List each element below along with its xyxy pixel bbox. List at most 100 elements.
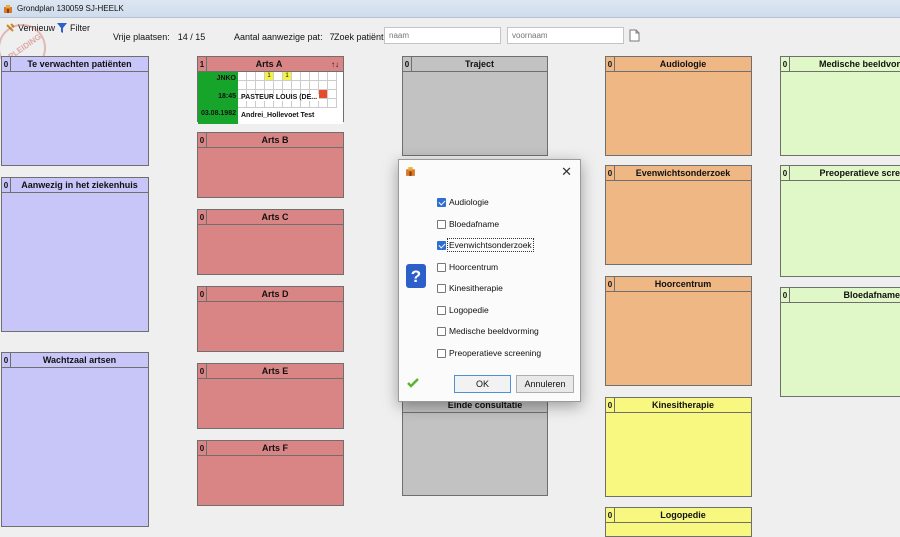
patient-name: PASTEUR LOUIS (DE... — [241, 94, 320, 101]
panel-title: Hoorcentrum — [654, 279, 712, 289]
panel-title: Traject — [464, 59, 495, 69]
option-audiologie[interactable]: Audiologie — [437, 197, 489, 207]
option-label: Medische beeldvorming — [449, 326, 539, 336]
panel-title: Arts C — [261, 212, 289, 222]
panel-aanwezig[interactable]: 0 Aanwezig in het ziekenhuis — [1, 177, 149, 332]
panel-title: Arts F — [261, 443, 288, 453]
option-label: Audiologie — [449, 197, 489, 207]
panel-arts-b[interactable]: 0 Arts B — [197, 132, 344, 198]
patient-card[interactable]: JNKO 18:45 03.08.1982 11 PASTEUR LOUIS (… — [198, 72, 343, 124]
checkmark-icon — [407, 378, 419, 388]
checkbox[interactable] — [437, 305, 446, 315]
option-label: Kinesitherapie — [449, 283, 503, 293]
patient-dob: 03.08.1982 — [200, 110, 236, 117]
panel-kinesitherapie[interactable]: 0 Kinesitherapie — [605, 397, 752, 497]
panel-count: 0 — [2, 178, 11, 192]
panel-count: 0 — [606, 508, 615, 522]
free-places-label: Vrije plaatsen: — [113, 32, 170, 42]
question-icon: ? — [406, 264, 426, 288]
option-preoperatieve-screening[interactable]: Preoperatieve screening — [437, 348, 541, 358]
panel-audiologie[interactable]: 0 Audiologie — [605, 56, 752, 156]
panel-title: Te verwachten patiënten — [27, 59, 132, 69]
sort-icon[interactable]: ↑↓ — [331, 60, 343, 69]
option-label: Evenwichtsonderzoek — [447, 238, 534, 252]
panel-title: Logopedie — [660, 510, 706, 520]
panel-title: Aanwezig in het ziekenhuis — [21, 180, 138, 190]
checkbox[interactable] — [437, 240, 446, 250]
patient-code: JNKO — [216, 75, 236, 82]
option-medische-beeldvorming[interactable]: Medische beeldvorming — [437, 326, 539, 336]
app-icon — [4, 4, 12, 13]
panel-evenwichtsonderzoek[interactable]: 0 Evenwichtsonderzoek — [605, 165, 752, 265]
panel-title: Wachtzaal artsen — [42, 355, 117, 365]
free-places-value: 14 / 15 — [177, 32, 206, 42]
panel-count: 0 — [606, 57, 615, 71]
panel-arts-c[interactable]: 0 Arts C — [197, 209, 344, 275]
option-label: Hoorcentrum — [449, 262, 499, 272]
checkbox[interactable] — [437, 326, 446, 336]
panel-count: 0 — [198, 287, 207, 301]
document-icon[interactable] — [629, 29, 640, 42]
panel-title: Arts D — [261, 289, 289, 299]
panel-medische-beeldvorming[interactable]: 0 Medische beeldvor — [780, 56, 900, 156]
checkbox[interactable] — [437, 262, 446, 272]
checkbox[interactable] — [437, 197, 446, 207]
panel-title: Arts B — [261, 135, 289, 145]
panel-traject[interactable]: 0 Traject — [402, 56, 548, 156]
panel-count: 0 — [2, 353, 11, 367]
ok-button[interactable]: OK — [454, 375, 511, 393]
app-icon — [406, 167, 415, 176]
panel-logopedie[interactable]: 0 Logopedie — [605, 507, 752, 537]
panel-count: 0 — [781, 166, 790, 180]
filter-label: Filter — [70, 23, 90, 33]
panel-count: 0 — [198, 441, 207, 455]
checkbox[interactable] — [437, 348, 446, 358]
window-title: Grondplan 130059 SJ-HEELK — [17, 4, 124, 13]
filter-icon — [57, 23, 67, 33]
panel-wachtzaal[interactable]: 0 Wachtzaal artsen — [1, 352, 149, 527]
panel-preoperatieve-screening[interactable]: 0 Preoperatieve scre — [780, 165, 900, 277]
panel-count: 0 — [606, 277, 615, 291]
option-kinesitherapie[interactable]: Kinesitherapie — [437, 283, 503, 293]
panel-count: 0 — [198, 364, 207, 378]
name-search-input[interactable] — [384, 27, 501, 44]
option-logopedie[interactable]: Logopedie — [437, 305, 489, 315]
option-hoorcentrum[interactable]: Hoorcentrum — [437, 262, 498, 272]
panel-title: Arts E — [261, 366, 289, 376]
present-count: Aantal aanwezige pat: 7 — [234, 32, 335, 42]
slot-grid: 11 — [238, 72, 337, 108]
slot-marker: 1 — [283, 72, 292, 81]
patient-time: 18:45 — [218, 93, 236, 100]
panel-title: Medische beeldvor — [818, 59, 900, 69]
option-label: Logopedie — [449, 305, 489, 315]
cancel-button[interactable]: Annuleren — [516, 375, 574, 393]
panel-title: Arts A — [255, 59, 283, 69]
firstname-search-input[interactable] — [507, 27, 624, 44]
option-evenwichtsonderzoek[interactable]: Evenwichtsonderzoek — [437, 238, 534, 252]
search-patient-label: Zoek patiënt — [334, 32, 384, 42]
panel-arts-a[interactable]: 1 Arts A ↑↓ JNKO 18:45 03.08.1982 11 PASTE… — [197, 56, 344, 124]
panel-title: Bloedafname — [843, 290, 900, 300]
panel-bloedafname[interactable]: 0 Bloedafname — [780, 287, 900, 397]
patient-card-status: JNKO 18:45 03.08.1982 — [198, 72, 238, 124]
checkbox[interactable] — [437, 283, 446, 293]
panel-count: 0 — [781, 288, 790, 302]
close-icon[interactable]: ✕ — [561, 164, 572, 180]
option-label: Bloedafname — [449, 219, 500, 229]
slot-marker: 1 — [265, 72, 274, 81]
panel-te-verwachten[interactable]: 0 Te verwachten patiënten — [1, 56, 149, 166]
panel-arts-d[interactable]: 0 Arts D — [197, 286, 344, 352]
panel-arts-f[interactable]: 0 Arts F — [197, 440, 344, 506]
title-bar: Grondplan 130059 SJ-HEELK — [0, 0, 900, 18]
panel-title: Kinesitherapie — [651, 400, 715, 410]
panel-hoorcentrum[interactable]: 0 Hoorcentrum — [605, 276, 752, 386]
option-bloedafname[interactable]: Bloedafname — [437, 219, 499, 229]
panel-arts-e[interactable]: 0 Arts E — [197, 363, 344, 429]
checkbox[interactable] — [437, 219, 446, 229]
panel-count: 0 — [198, 133, 207, 147]
dialog-title-bar: ✕ — [399, 160, 580, 184]
panel-count: 1 — [198, 57, 207, 71]
filter-button[interactable]: Filter — [57, 23, 90, 33]
option-label: Preoperatieve screening — [449, 348, 542, 358]
panel-einde-consultatie[interactable]: Einde consultatie — [402, 397, 548, 496]
